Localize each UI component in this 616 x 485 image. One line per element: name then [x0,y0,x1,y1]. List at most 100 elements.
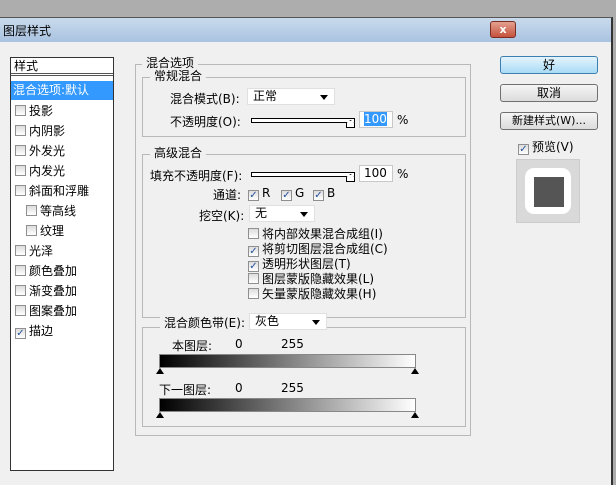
style-item[interactable]: 颜色叠加 [11,262,113,281]
advanced-option-label: 矢量蒙版隐藏效果(H) [262,287,377,301]
style-item-label: 内发光 [29,164,66,178]
style-item-label: 纹理 [40,224,65,238]
underlying-layer-max: 255 [281,381,304,395]
checkbox-icon[interactable] [15,265,26,276]
cancel-button[interactable]: 取消 [500,84,598,102]
advanced-option-checkbox[interactable]: 矢量蒙版隐藏效果(H) [248,285,376,302]
knockout-select[interactable]: 无 [249,205,315,222]
style-item[interactable]: 外发光 [11,142,113,161]
style-item-label: 光泽 [29,244,54,258]
style-item-label: 图案叠加 [29,304,78,318]
styles-list: 样式 混合选项:默认 投影内阴影外发光内发光斜面和浮雕等高线纹理光泽颜色叠加渐变… [10,57,114,471]
this-layer-white-slider[interactable] [411,368,419,374]
style-item[interactable]: 图案叠加 [11,302,113,321]
layer-style-dialog: 图层样式 x 样式 混合选项:默认 投影内阴影外发光内发光斜面和浮雕等高线纹理光… [0,17,613,485]
channel-r-checkbox[interactable]: ✓ R [248,186,270,201]
chevron-down-icon [320,95,328,100]
underlying-layer-min: 0 [235,381,243,395]
underlying-layer-label: 下一图层: [159,383,212,397]
checkbox-icon[interactable] [15,105,26,116]
checkbox-checked-icon: ✓ [313,190,324,201]
style-item-label: 颜色叠加 [29,264,78,278]
channel-g-checkbox[interactable]: ✓ G [281,186,304,201]
checkbox-icon[interactable] [15,305,26,316]
general-blending-title: 常规混合 [150,69,207,83]
style-item-label: 内阴影 [29,124,66,138]
blend-if-select[interactable]: 灰色 [249,313,327,330]
opacity-label: 不透明度(O): [170,115,241,129]
style-item-label: 投影 [29,104,54,118]
underlying-layer-gradient [159,398,416,412]
style-item[interactable]: 光泽 [11,242,113,261]
checkbox-checked-icon: ✓ [281,190,292,201]
opacity-input[interactable]: 100 [359,111,393,128]
blend-if-label: 混合颜色带(E): [160,314,249,332]
fill-opacity-label: 填充不透明度(F): [150,169,243,183]
advanced-option-label: 透明形状图层(T) [262,257,351,271]
preview-thumbnail [516,159,580,223]
this-layer-max: 255 [281,337,304,351]
checkbox-checked-icon: ✓ [248,190,259,201]
style-item[interactable]: 斜面和浮雕 [11,182,113,201]
checkbox-icon[interactable] [15,245,26,256]
new-style-button[interactable]: 新建样式(W)... [500,112,598,130]
ok-button[interactable]: 好 [500,56,598,74]
dialog-title: 图层样式 [3,24,52,38]
style-item-label: 外发光 [29,144,66,158]
channel-b-label: B [327,186,336,200]
chevron-down-icon [300,212,308,217]
style-item[interactable]: ✓ 描边 [11,322,113,341]
channel-b-checkbox[interactable]: ✓ B [313,186,335,201]
styles-header[interactable]: 样式 [11,58,113,76]
style-item[interactable]: 投影 [11,102,113,121]
advanced-option-label: 将剪切图层混合成组(C) [262,242,388,256]
style-item-label: 描边 [29,324,54,338]
checkbox-checked-icon: ✓ [518,144,529,155]
checkbox-icon[interactable] [15,125,26,136]
this-layer-label: 本图层: [172,339,213,353]
blending-options-title: 混合选项 [142,56,199,70]
chevron-down-icon [312,320,320,325]
checkbox-icon [248,288,259,299]
checkbox-icon [248,228,259,239]
title-bar: 图层样式 x [0,18,611,42]
underlying-black-slider[interactable] [156,412,164,418]
style-item-label: 等高线 [40,204,77,218]
checkbox-icon[interactable] [26,225,37,236]
style-item[interactable]: 渐变叠加 [11,282,113,301]
style-item-label: 渐变叠加 [29,284,78,298]
preview-label: 预览(V) [532,140,574,154]
style-item[interactable]: 内阴影 [11,122,113,141]
fill-opacity-slider[interactable] [251,172,355,177]
blend-mode-select[interactable]: 正常 [247,88,335,105]
this-layer-black-slider[interactable] [156,368,164,374]
this-layer-min: 0 [235,337,243,351]
style-item-blending-options[interactable]: 混合选项:默认 [11,81,113,100]
blend-mode-label: 混合模式(B): [170,92,240,106]
checkbox-checked-icon[interactable]: ✓ [15,328,26,339]
fill-opacity-input[interactable]: 100 [359,165,393,182]
channels-label: 通道: [213,188,242,202]
style-item-label: 斜面和浮雕 [29,184,90,198]
opacity-unit: % [397,113,409,127]
checkbox-icon[interactable] [15,145,26,156]
checkbox-icon[interactable] [15,165,26,176]
checkbox-icon[interactable] [26,205,37,216]
channel-g-label: G [295,186,305,200]
close-button[interactable]: x [490,21,516,38]
opacity-value: 100 [364,112,387,126]
blend-if-value: 灰色 [255,314,280,328]
checkbox-icon[interactable] [15,185,26,196]
preview-checkbox[interactable]: ✓ 预览(V) [518,138,574,155]
fill-opacity-unit: % [397,167,409,181]
opacity-slider[interactable] [251,118,355,123]
blend-mode-value: 正常 [253,89,278,103]
channel-r-label: R [262,186,271,200]
advanced-option-label: 将内部效果混合成组(I) [262,227,383,241]
style-item[interactable]: 纹理 [11,222,113,241]
style-item[interactable]: 等高线 [11,202,113,221]
style-item[interactable]: 内发光 [11,162,113,181]
underlying-white-slider[interactable] [411,412,419,418]
advanced-blending-title: 高级混合 [150,146,207,160]
checkbox-icon[interactable] [15,285,26,296]
